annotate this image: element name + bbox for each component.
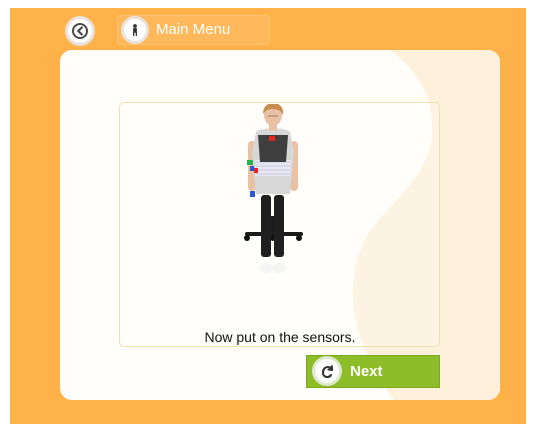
next-label[interactable]: Next	[350, 363, 383, 381]
instruction-text: Now put on the sensors.	[204, 329, 356, 345]
back-button[interactable]	[65, 16, 95, 46]
person-icon[interactable]	[121, 16, 149, 44]
refresh-icon[interactable]	[312, 356, 342, 386]
refresh-icon	[321, 365, 334, 379]
main-menu-label[interactable]: Main Menu	[156, 21, 230, 39]
person-icon	[133, 24, 137, 36]
chevron-left-icon	[72, 23, 88, 39]
seated-person-illustration	[244, 104, 303, 273]
